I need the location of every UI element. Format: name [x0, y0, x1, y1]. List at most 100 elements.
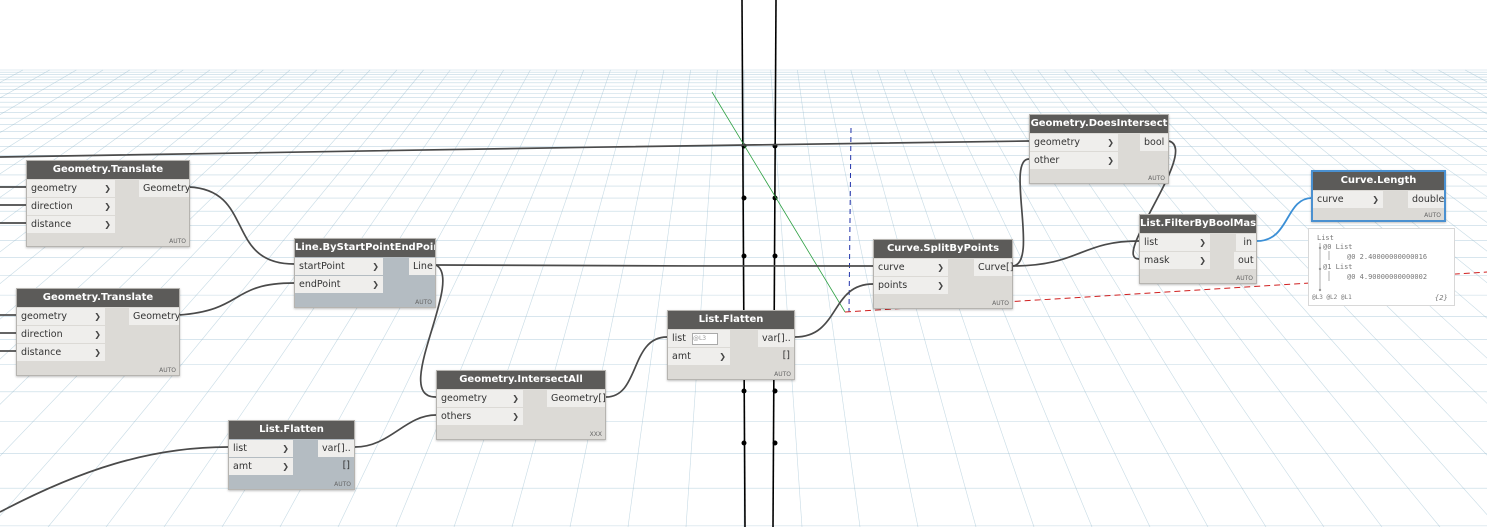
preview-line: @1 List	[1323, 263, 1353, 271]
lacing-label[interactable]: AUTO	[169, 238, 186, 245]
node-curve-length[interactable]: Curve.Length curve ❯ double AUTO	[1311, 170, 1446, 222]
lacing-label[interactable]: AUTO	[774, 371, 791, 378]
wire-translate2-to-line-end	[178, 282, 295, 316]
port-arrow-icon: ❯	[104, 202, 111, 211]
output-port-in[interactable]: in	[1236, 234, 1256, 251]
input-port-geometry[interactable]: geometry ❯	[437, 390, 523, 407]
node-list-flatten-1[interactable]: List.Flatten list ❯ var[]..[] amt ❯ AUTO	[228, 420, 355, 490]
port-arrow-icon: ❯	[719, 352, 726, 361]
lacing-label[interactable]: AUTO	[1424, 212, 1441, 219]
port-label: curve	[878, 262, 905, 273]
port-label: list	[672, 333, 686, 344]
node-list-filter-by-bool-mask[interactable]: List.FilterByBoolMask list ❯ in mask ❯ out…	[1139, 214, 1257, 284]
input-port-geometry[interactable]: geometry ❯	[27, 180, 115, 197]
input-port-list[interactable]: list @L3	[668, 330, 730, 347]
port-label: mask	[1144, 255, 1170, 266]
port-arrow-icon: ❯	[1199, 256, 1206, 265]
input-port-amt[interactable]: amt ❯	[668, 348, 730, 365]
output-port-double[interactable]: double	[1408, 191, 1444, 208]
output-port-out[interactable]: out	[1234, 252, 1256, 269]
lacing-label[interactable]: AUTO	[334, 481, 351, 488]
input-port-others[interactable]: others ❯	[437, 408, 523, 425]
input-port-curve[interactable]: curve ❯	[1313, 191, 1383, 208]
node-title: Geometry.Translate	[27, 161, 189, 179]
port-label: geometry	[1034, 137, 1081, 148]
input-port-curve[interactable]: curve ❯	[874, 259, 948, 276]
input-port-list[interactable]: list ❯	[1140, 234, 1210, 251]
preview-line: @0 2.40000000000016	[1347, 253, 1428, 261]
port-label: list	[1144, 237, 1158, 248]
input-port-direction[interactable]: direction ❯	[17, 326, 105, 343]
node-curve-split-by-points[interactable]: Curve.SplitByPoints curve ❯ Curve[] point…	[873, 239, 1013, 309]
wire-flatten1-to-intersect	[354, 414, 437, 448]
output-port-curve-list[interactable]: Curve[]	[974, 259, 1013, 276]
workspace-canvas[interactable]	[0, 0, 1487, 527]
port-arrow-icon: ❯	[372, 280, 379, 289]
node-geometry-translate-1[interactable]: Geometry.Translate geometry ❯ Geometry di…	[26, 160, 190, 247]
wire-to-does-intersect	[0, 140, 1030, 158]
output-port-var[interactable]: var[]..[]	[758, 330, 794, 361]
output-port-geometry[interactable]: Geometry	[139, 180, 190, 197]
port-arrow-icon: ❯	[1199, 238, 1206, 247]
input-port-points[interactable]: points ❯	[874, 277, 948, 294]
node-title: Line.ByStartPointEndPoint	[295, 239, 435, 257]
node-title: List.FilterByBoolMask	[1140, 215, 1256, 233]
wire-split-to-filter-list	[1011, 240, 1140, 267]
wire-intersect-to-flatten2	[605, 336, 668, 398]
list-level-selector[interactable]: @L3	[691, 332, 718, 345]
axis-lines	[741, 0, 777, 527]
input-port-list[interactable]: list ❯	[229, 440, 293, 457]
port-label: endPoint	[299, 279, 341, 290]
input-port-direction[interactable]: direction ❯	[27, 198, 115, 215]
input-port-geometry[interactable]: geometry ❯	[17, 308, 105, 325]
node-list-flatten-2[interactable]: List.Flatten list @L3 var[]..[] amt ❯ AUTO	[667, 310, 795, 380]
node-title: List.Flatten	[668, 311, 794, 329]
node-title: Geometry.DoesIntersect	[1030, 115, 1168, 133]
port-arrow-icon: ❯	[104, 220, 111, 229]
output-port-line[interactable]: Line	[409, 258, 435, 275]
node-title: Geometry.Translate	[17, 289, 179, 307]
port-arrow-icon: ❯	[512, 412, 519, 421]
port-label: distance	[21, 347, 62, 358]
node-title: List.Flatten	[229, 421, 354, 439]
port-arrow-icon: ❯	[94, 312, 101, 321]
node-line-by-start-end-point[interactable]: Line.ByStartPointEndPoint startPoint ❯ Li…	[294, 238, 436, 308]
lacing-label[interactable]: AUTO	[159, 367, 176, 374]
preview-count: {2}	[1434, 294, 1448, 302]
port-arrow-icon: ❯	[937, 281, 944, 290]
lacing-label[interactable]: AUTO	[1148, 175, 1165, 182]
lacing-label[interactable]: AUTO	[415, 299, 432, 306]
port-arrow-icon: ❯	[937, 263, 944, 272]
port-arrow-icon: ❯	[1372, 195, 1379, 204]
port-label: amt	[672, 351, 691, 362]
node-geometry-does-intersect[interactable]: Geometry.DoesIntersect geometry ❯ bool ot…	[1029, 114, 1169, 184]
port-arrow-icon: ❯	[1107, 138, 1114, 147]
input-port-geometry[interactable]: geometry ❯	[1030, 134, 1118, 151]
lacing-label[interactable]: AUTO	[992, 300, 1009, 307]
data-preview-bubble[interactable]: List @0 List @0 2.40000000000016 @1 List…	[1308, 228, 1455, 306]
port-label: geometry	[21, 311, 68, 322]
port-label: direction	[21, 329, 63, 340]
input-port-startpoint[interactable]: startPoint ❯	[295, 258, 383, 275]
port-label: startPoint	[299, 261, 345, 272]
input-port-endpoint[interactable]: endPoint ❯	[295, 276, 383, 293]
port-arrow-icon: ❯	[94, 348, 101, 357]
input-port-distance[interactable]: distance ❯	[17, 344, 105, 361]
node-geometry-intersect-all[interactable]: Geometry.IntersectAll geometry ❯ Geometry…	[436, 370, 606, 440]
input-port-amt[interactable]: amt ❯	[229, 458, 293, 475]
port-label: geometry	[441, 393, 488, 404]
green-guide-line	[711, 91, 846, 313]
lacing-label[interactable]: AUTO	[1236, 275, 1253, 282]
input-port-distance[interactable]: distance ❯	[27, 216, 115, 233]
input-port-other[interactable]: other ❯	[1030, 152, 1118, 169]
preview-line: @0 4.90000000000002	[1347, 273, 1428, 281]
lacing-label[interactable]: XXX	[590, 431, 602, 438]
input-port-mask[interactable]: mask ❯	[1140, 252, 1210, 269]
output-port-geometry-list[interactable]: Geometry[]	[547, 390, 606, 407]
output-port-geometry[interactable]: Geometry	[129, 308, 180, 325]
node-geometry-translate-2[interactable]: Geometry.Translate geometry ❯ Geometry di…	[16, 288, 180, 376]
output-port-bool[interactable]: bool	[1140, 134, 1168, 151]
node-title: Curve.SplitByPoints	[874, 240, 1012, 258]
port-label: distance	[31, 219, 72, 230]
output-port-var[interactable]: var[]..[]	[318, 440, 354, 471]
